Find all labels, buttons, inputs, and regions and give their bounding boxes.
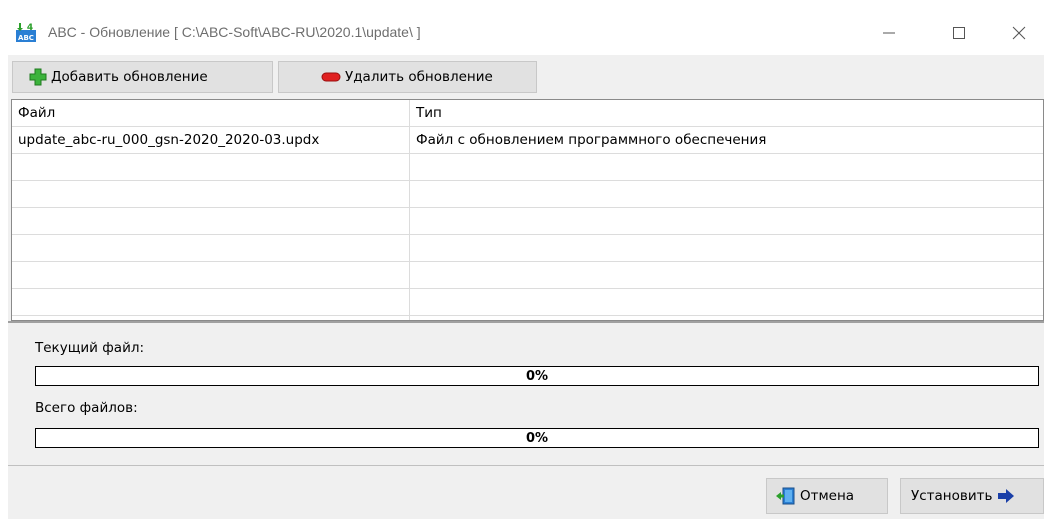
empty-row	[12, 235, 1043, 262]
updates-table: Файл Тип update_abc-ru_000_gsn-2020_2020…	[11, 99, 1044, 321]
maximize-icon	[953, 27, 965, 39]
maximize-button[interactable]	[936, 18, 982, 48]
table-header: Файл Тип	[12, 100, 1043, 127]
minimize-icon	[883, 32, 895, 34]
app-icon: ABC 4	[16, 22, 36, 42]
empty-row	[12, 262, 1043, 289]
file-name-cell: update_abc-ru_000_gsn-2020_2020-03.updx	[18, 132, 320, 148]
table-row[interactable]: update_abc-ru_000_gsn-2020_2020-03.updx …	[12, 127, 1043, 154]
total-files-percent: 0%	[525, 430, 549, 446]
update-dialog: Добавить обновление Удалить обновление Ф…	[8, 55, 1044, 519]
svg-text:4: 4	[27, 23, 33, 33]
delete-update-label: Удалить обновление	[345, 69, 493, 85]
total-files-progress: 0%	[35, 428, 1039, 448]
cancel-button[interactable]: Отмена	[766, 478, 888, 514]
arrow-right-icon	[997, 489, 1015, 503]
toolbar: Добавить обновление Удалить обновление	[8, 55, 1044, 99]
install-label: Установить	[911, 488, 993, 504]
svg-text:ABC: ABC	[18, 34, 34, 42]
current-file-progress: 0%	[35, 366, 1039, 386]
empty-row	[12, 208, 1043, 235]
empty-row	[12, 289, 1043, 316]
total-files-label: Всего файлов:	[35, 400, 138, 416]
add-update-label: Добавить обновление	[51, 69, 208, 85]
title-bar: ABC 4 ABC - Обновление [ C:\ABC-Soft\ABC…	[8, 10, 1044, 55]
empty-row	[12, 154, 1043, 181]
cancel-label: Отмена	[800, 488, 855, 504]
close-button[interactable]	[996, 18, 1042, 48]
install-button[interactable]: Установить	[900, 478, 1044, 514]
minimize-button[interactable]	[866, 18, 912, 48]
file-type-cell: Файл с обновлением программного обеспече…	[416, 132, 767, 148]
current-file-label: Текущий файл:	[35, 340, 145, 356]
empty-row	[12, 181, 1043, 208]
delete-update-button[interactable]: Удалить обновление	[278, 61, 537, 93]
column-header-file[interactable]: Файл	[12, 100, 415, 127]
window-title: ABC - Обновление [ C:\ABC-Soft\ABC-RU\20…	[48, 24, 421, 40]
divider	[8, 321, 1044, 323]
add-update-button[interactable]: Добавить обновление	[12, 61, 273, 93]
column-header-type[interactable]: Тип	[410, 100, 1043, 127]
minus-icon	[321, 72, 341, 82]
plus-icon	[29, 68, 47, 86]
background-window-strip	[0, 0, 1044, 10]
current-file-percent: 0%	[525, 368, 549, 384]
exit-door-icon	[775, 487, 795, 505]
footer-divider	[8, 465, 1044, 466]
close-icon	[1012, 26, 1026, 40]
